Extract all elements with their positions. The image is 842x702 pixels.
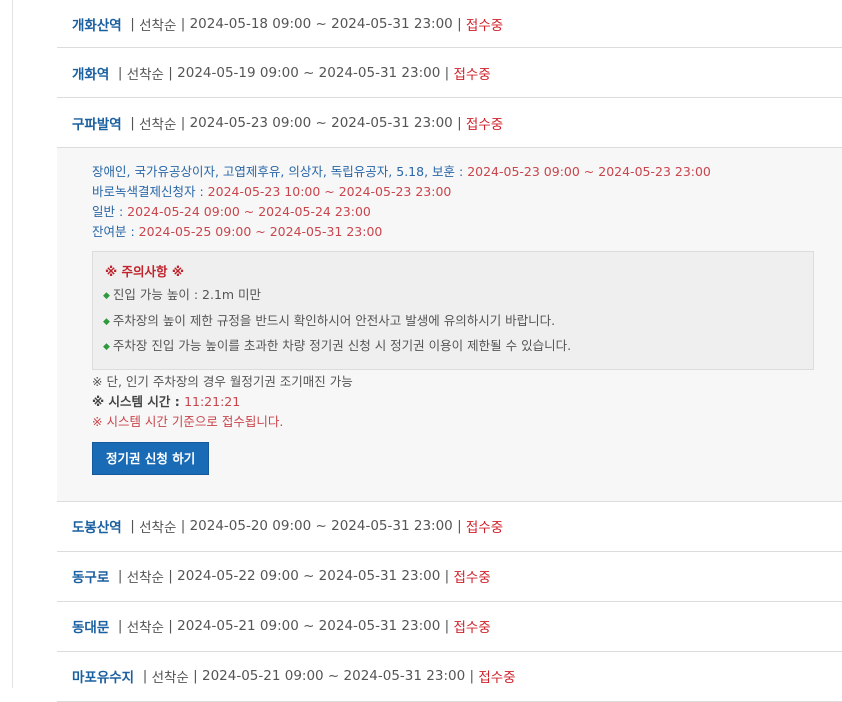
station-row: 마포유수지 | 선착순 | 2024-05-21 09:00 ~ 2024-05… xyxy=(57,652,842,702)
separator: | xyxy=(130,114,135,131)
separator: | xyxy=(444,64,450,81)
separator: | xyxy=(469,668,475,684)
system-time-label: ※ 시스템 시간 : xyxy=(92,393,185,409)
status-badge: 접수중 xyxy=(465,520,504,536)
separator: | xyxy=(457,114,462,131)
station-row-expanded: 구파발역 | 선착순 | 2024-05-23 09:00 ~ 2024-05-… xyxy=(57,98,842,148)
apply-pass-button[interactable]: 정기권 신청 하기 xyxy=(92,441,210,475)
schedule-label: 잔여분 : xyxy=(92,224,139,239)
status-badge: 접수중 xyxy=(453,570,491,586)
period-text: 2024-05-19 09:00 ~ 2024-05-31 23:00 xyxy=(177,64,441,81)
schedule-period: 2024-05-25 09:00 ~ 2024-05-31 23:00 xyxy=(138,224,383,239)
period-text: 2024-05-23 09:00 ~ 2024-05-31 23:00 xyxy=(189,114,453,131)
notice-text: 진입 가능 높이 : 2.1m 미만 xyxy=(112,287,262,302)
diamond-bullet-icon: ◆ xyxy=(103,291,110,301)
period-text: 2024-05-18 09:00 ~ 2024-05-31 23:00 xyxy=(189,15,453,32)
notice-box: ※ 주의사항 ※ ◆ 진입 가능 높이 : 2.1m 미만 ◆ 주차장의 높이 제한… xyxy=(92,251,814,370)
station-name-link[interactable]: 도봉산역 xyxy=(72,516,122,536)
schedule-line: 잔여분 : 2024-05-25 09:00 ~ 2024-05-31 23:0… xyxy=(92,222,814,242)
station-name-link[interactable]: 구파발역 xyxy=(72,113,122,133)
station-name-link[interactable]: 동대문 xyxy=(72,616,109,636)
method-text: 선착순 xyxy=(126,570,164,586)
separator: | xyxy=(117,618,123,634)
station-name-link[interactable]: 동구로 xyxy=(72,566,109,586)
station-row: 동구로 | 선착순 | 2024-05-22 09:00 ~ 2024-05-3… xyxy=(57,552,842,602)
station-name-link[interactable]: 개화산역 xyxy=(72,14,122,34)
separator: | xyxy=(444,568,450,584)
station-detail-panel: 장애인, 국가유공상이자, 고엽제후유, 의상자, 독립유공자, 5.18, 보… xyxy=(57,148,842,502)
left-border xyxy=(12,0,13,688)
method-text: 선착순 xyxy=(151,670,189,686)
separator: | xyxy=(168,568,173,584)
separator: | xyxy=(117,568,123,584)
method-text: 선착순 xyxy=(139,116,177,133)
separator: | xyxy=(457,518,462,534)
schedule-label: 일반 : xyxy=(92,204,128,219)
diamond-bullet-icon: ◆ xyxy=(103,316,110,327)
station-name-link[interactable]: 개화역 xyxy=(72,63,109,83)
method-text: 선착순 xyxy=(126,66,164,83)
station-row: 개화역 | 선착순 | 2024-05-19 09:00 ~ 2024-05-3… xyxy=(57,48,842,98)
notice-text: 주차장의 높이 제한 규정을 반드시 확인하시어 안전사고 발생에 유의하시기 … xyxy=(112,312,556,328)
period-text: 2024-05-22 09:00 ~ 2024-05-31 23:00 xyxy=(177,568,441,584)
status-badge: 접수중 xyxy=(453,620,491,636)
separator: | xyxy=(180,518,186,534)
notice-item: ◆ 진입 가능 높이 : 2.1m 미만 xyxy=(103,283,801,309)
status-badge: 접수중 xyxy=(465,17,504,34)
separator: | xyxy=(193,668,198,684)
notice-item: ◆ 주차장의 높이 제한 규정을 반드시 확인하시어 안전사고 발생에 유의하시기… xyxy=(103,309,801,335)
method-text: 선착순 xyxy=(126,620,164,636)
separator: | xyxy=(130,518,135,534)
schedule-period: 2024-05-23 09:00 ~ 2024-05-23 23:00 xyxy=(467,164,711,179)
page: 개화산역 | 선착순 | 2024-05-18 09:00 ~ 2024-05-… xyxy=(0,0,842,702)
station-row: 도봉산역 | 선착순 | 2024-05-20 09:00 ~ 2024-05-… xyxy=(57,502,842,552)
separator: | xyxy=(142,668,148,684)
separator: | xyxy=(180,114,186,131)
separator: | xyxy=(457,15,462,32)
method-text: 선착순 xyxy=(139,520,177,536)
schedule-period: 2024-05-23 10:00 ~ 2024-05-23 23:00 xyxy=(207,184,452,199)
schedule-line: 장애인, 국가유공상이자, 고엽제후유, 의상자, 독립유공자, 5.18, 보… xyxy=(92,162,814,182)
schedule-line: 일반 : 2024-05-24 09:00 ~ 2024-05-24 23:00 xyxy=(92,202,814,222)
schedule-label: 장애인, 국가유공상이자, 고엽제후유, 의상자, 독립유공자, 5.18, 보… xyxy=(92,164,468,179)
system-time: ※ 시스템 시간 : 11:21:21 xyxy=(92,392,814,412)
method-text: 선착순 xyxy=(139,17,177,34)
schedule-line: 바로녹색결제신청자 : 2024-05-23 10:00 ~ 2024-05-2… xyxy=(92,182,814,202)
separator: | xyxy=(117,64,123,81)
notice-item: ◆ 주차장 진입 가능 높이를 초과한 차량 정기권 신청 시 정기권 이용이 제… xyxy=(103,334,801,360)
period-text: 2024-05-21 09:00 ~ 2024-05-31 23:00 xyxy=(177,618,441,634)
separator: | xyxy=(444,618,450,634)
period-text: 2024-05-21 09:00 ~ 2024-05-31 23:00 xyxy=(201,668,466,684)
system-time-value: 11:21:21 xyxy=(184,393,241,409)
station-list: 개화산역 | 선착순 | 2024-05-18 09:00 ~ 2024-05-… xyxy=(57,0,842,702)
status-badge: 접수중 xyxy=(453,66,491,83)
notice-text: 주차장 진입 가능 높이를 초과한 차량 정기권 신청 시 정기권 이용이 제한… xyxy=(112,338,572,353)
separator: | xyxy=(168,618,173,634)
schedule-label: 바로녹색결제신청자 : xyxy=(92,184,208,199)
separator: | xyxy=(130,15,135,32)
station-row: 동대문 | 선착순 | 2024-05-21 09:00 ~ 2024-05-3… xyxy=(57,602,842,652)
station-name-link[interactable]: 마포유수지 xyxy=(72,666,134,686)
separator: | xyxy=(180,15,186,32)
separator: | xyxy=(168,64,173,81)
station-row: 개화산역 | 선착순 | 2024-05-18 09:00 ~ 2024-05-… xyxy=(57,0,842,48)
schedule-period: 2024-05-24 09:00 ~ 2024-05-24 23:00 xyxy=(127,204,371,219)
system-time-note: ※ 시스템 시간 기준으로 접수됩니다. xyxy=(92,413,284,429)
period-text: 2024-05-20 09:00 ~ 2024-05-31 23:00 xyxy=(189,518,453,534)
status-badge: 접수중 xyxy=(465,116,504,133)
diamond-bullet-icon: ◆ xyxy=(103,342,110,352)
extra-note: ※ 단, 인기 주차장의 경우 월정기권 조기매진 가능 xyxy=(92,373,353,389)
notice-title: ※ 주의사항 ※ xyxy=(105,264,185,279)
status-badge: 접수중 xyxy=(478,670,516,686)
